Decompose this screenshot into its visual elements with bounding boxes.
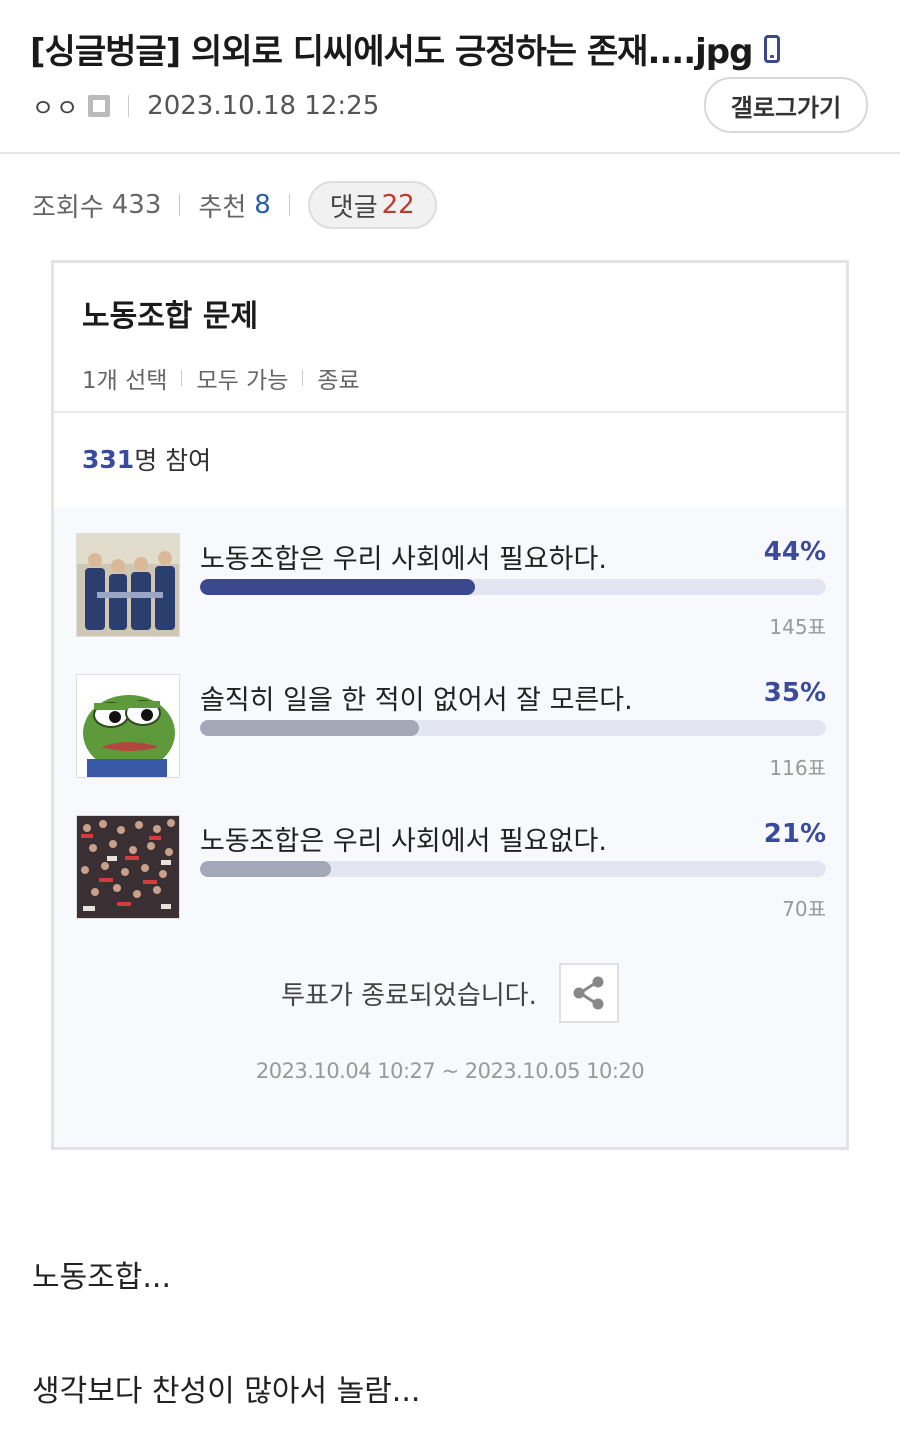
option-bar [200, 861, 826, 877]
option-bar-fill [200, 720, 420, 736]
poll-meta-divider [181, 370, 183, 386]
option-bar [200, 579, 826, 595]
poll-meta-selection: 1개 선택 [82, 368, 168, 394]
poll-card: 노동조합 문제 1개 선택 모두 가능 종료 331 명 참여 노동조합은 우리… [51, 260, 849, 1150]
recommend-count: 8 [254, 190, 271, 220]
poll-meta-visibility: 모두 가능 [196, 368, 289, 394]
option-votes: 70표 [782, 897, 826, 921]
option-image-pepe-frog [76, 674, 180, 778]
poll-closed-row: 투표가 종료되었습니다. [54, 963, 846, 1023]
option-image-group-photo [76, 533, 180, 637]
mobile-icon [764, 34, 781, 63]
post-title: [싱글벙글] 의외로 디씨에서도 긍정하는 존재....jpg [30, 24, 781, 73]
poll-title: 노동조합 문제 [82, 299, 259, 334]
option-bar-fill [200, 579, 476, 595]
poll-options: 노동조합은 우리 사회에서 필요하다. 44% 145표 솔직히 일을 한 적이… [54, 507, 846, 1147]
poll-closed-text: 투표가 종료되었습니다. [281, 980, 537, 1011]
stats-divider [179, 194, 181, 216]
stats-divider [288, 194, 290, 216]
poll-meta: 1개 선택 모두 가능 종료 [82, 361, 818, 395]
views-count: 433 [111, 190, 162, 220]
poll-option[interactable]: 노동조합은 우리 사회에서 필요없다. 21% 70표 [76, 815, 826, 935]
option-label: 솔직히 일을 한 적이 없어서 잘 모른다. [200, 685, 633, 716]
option-votes: 116표 [769, 756, 826, 780]
meta-divider [128, 94, 130, 117]
share-icon [573, 976, 604, 1010]
option-percent: 35% [763, 678, 826, 708]
header-divider [0, 152, 900, 154]
nickname-icon [88, 94, 111, 117]
participants-suffix: 명 참여 [134, 446, 212, 475]
poll-meta-status: 종료 [317, 368, 360, 394]
author-name[interactable]: ㅇㅇ [32, 88, 80, 123]
post-meta: ㅇㅇ 2023.10.18 12:25 [32, 88, 379, 123]
poll-option[interactable]: 솔직히 일을 한 적이 없어서 잘 모른다. 35% 116표 [76, 674, 826, 794]
comment-count: 22 [381, 190, 415, 220]
participants-count: 331 [82, 444, 135, 474]
option-bar-fill [200, 861, 332, 877]
option-percent: 44% [763, 537, 826, 567]
post-title-text: [싱글벙글] 의외로 디씨에서도 긍정하는 존재....jpg [30, 32, 753, 72]
comment-button[interactable]: 댓글 22 [307, 181, 437, 229]
option-label: 노동조합은 우리 사회에서 필요하다. [200, 544, 607, 575]
poll-option[interactable]: 노동조합은 우리 사회에서 필요하다. 44% 145표 [76, 533, 826, 653]
comment-label: 댓글 [329, 192, 378, 223]
gallog-button[interactable]: 갤로그가기 [704, 77, 868, 133]
views-label: 조회수 [32, 192, 104, 223]
poll-period: 2023.10.04 10:27 ~ 2023.10.05 10:20 [255, 1059, 645, 1083]
share-button[interactable] [558, 963, 619, 1023]
post-stats: 조회수 433 추천 8 댓글 22 [32, 181, 437, 229]
post-date: 2023.10.18 12:25 [147, 90, 380, 121]
option-image-crowd-protest [76, 815, 180, 919]
option-votes: 145표 [769, 615, 826, 639]
post-body-line: 노동조합... [32, 1260, 172, 1295]
poll-header: 노동조합 문제 1개 선택 모두 가능 종료 [54, 263, 846, 413]
option-label: 노동조합은 우리 사회에서 필요없다. [200, 826, 607, 857]
poll-meta-divider [302, 370, 304, 386]
poll-participants: 331 명 참여 [54, 413, 846, 505]
recommend-label: 추천 [198, 192, 247, 223]
option-percent: 21% [763, 819, 826, 849]
post-body-line: 생각보다 찬성이 많아서 놀람... [32, 1374, 421, 1409]
option-bar [200, 720, 826, 736]
